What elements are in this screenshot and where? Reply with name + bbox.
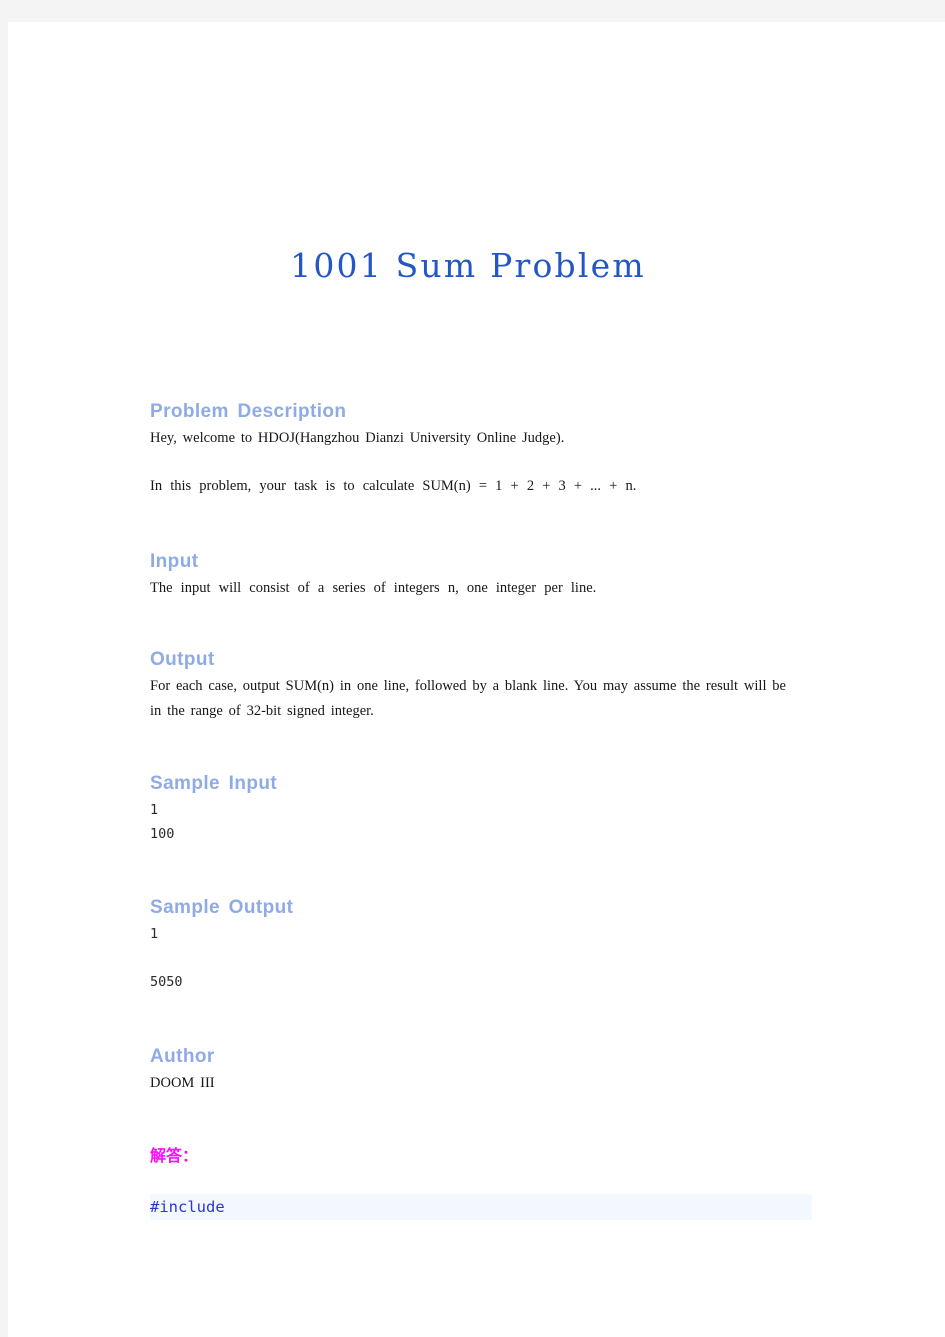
author-name: DOOM III [150, 1074, 215, 1091]
section-sample-output: Sample Output 1 5050 [150, 897, 786, 994]
section-author: Author DOOM III [150, 1046, 786, 1096]
section-problem-description: Problem Description Hey, welcome to HDOJ… [150, 401, 786, 499]
section-input: Input The input will consist of a series… [150, 551, 786, 601]
section-heading-author: Author [150, 1046, 215, 1067]
section-sample-input: Sample Input 1 100 [150, 773, 786, 846]
section-heading-sample-output: Sample Output [150, 897, 294, 918]
sample-output-content: 1 5050 [150, 925, 183, 990]
page-title: 1001 Sum Problem [290, 246, 646, 285]
output-paragraph-1: For each case, output SUM(n) in one line… [150, 677, 786, 719]
section-solution: 解答： [150, 1146, 786, 1165]
section-output: Output For each case, output SUM(n) in o… [150, 649, 786, 724]
section-heading-problem-description: Problem Description [150, 401, 347, 422]
section-heading-sample-input: Sample Input [150, 773, 278, 794]
sample-input-content: 1 100 [150, 801, 175, 842]
document-page: 1001 Sum Problem Problem Description Hey… [8, 22, 945, 1337]
section-heading-output: Output [150, 649, 215, 670]
solution-label: 解答： [150, 1146, 199, 1165]
scan-viewer-background: 1001 Sum Problem Problem Description Hey… [0, 0, 945, 1337]
problem-description-paragraph-1: Hey, welcome to HDOJ(Hangzhou Dianzi Uni… [150, 429, 565, 446]
problem-description-paragraph-2: In this problem, your task is to calcula… [150, 477, 637, 494]
input-paragraph-1: The input will consist of a series of in… [150, 579, 597, 596]
section-heading-input: Input [150, 551, 199, 572]
section-solution-code: #include [150, 1194, 812, 1220]
solution-code-line: #include [150, 1194, 812, 1220]
